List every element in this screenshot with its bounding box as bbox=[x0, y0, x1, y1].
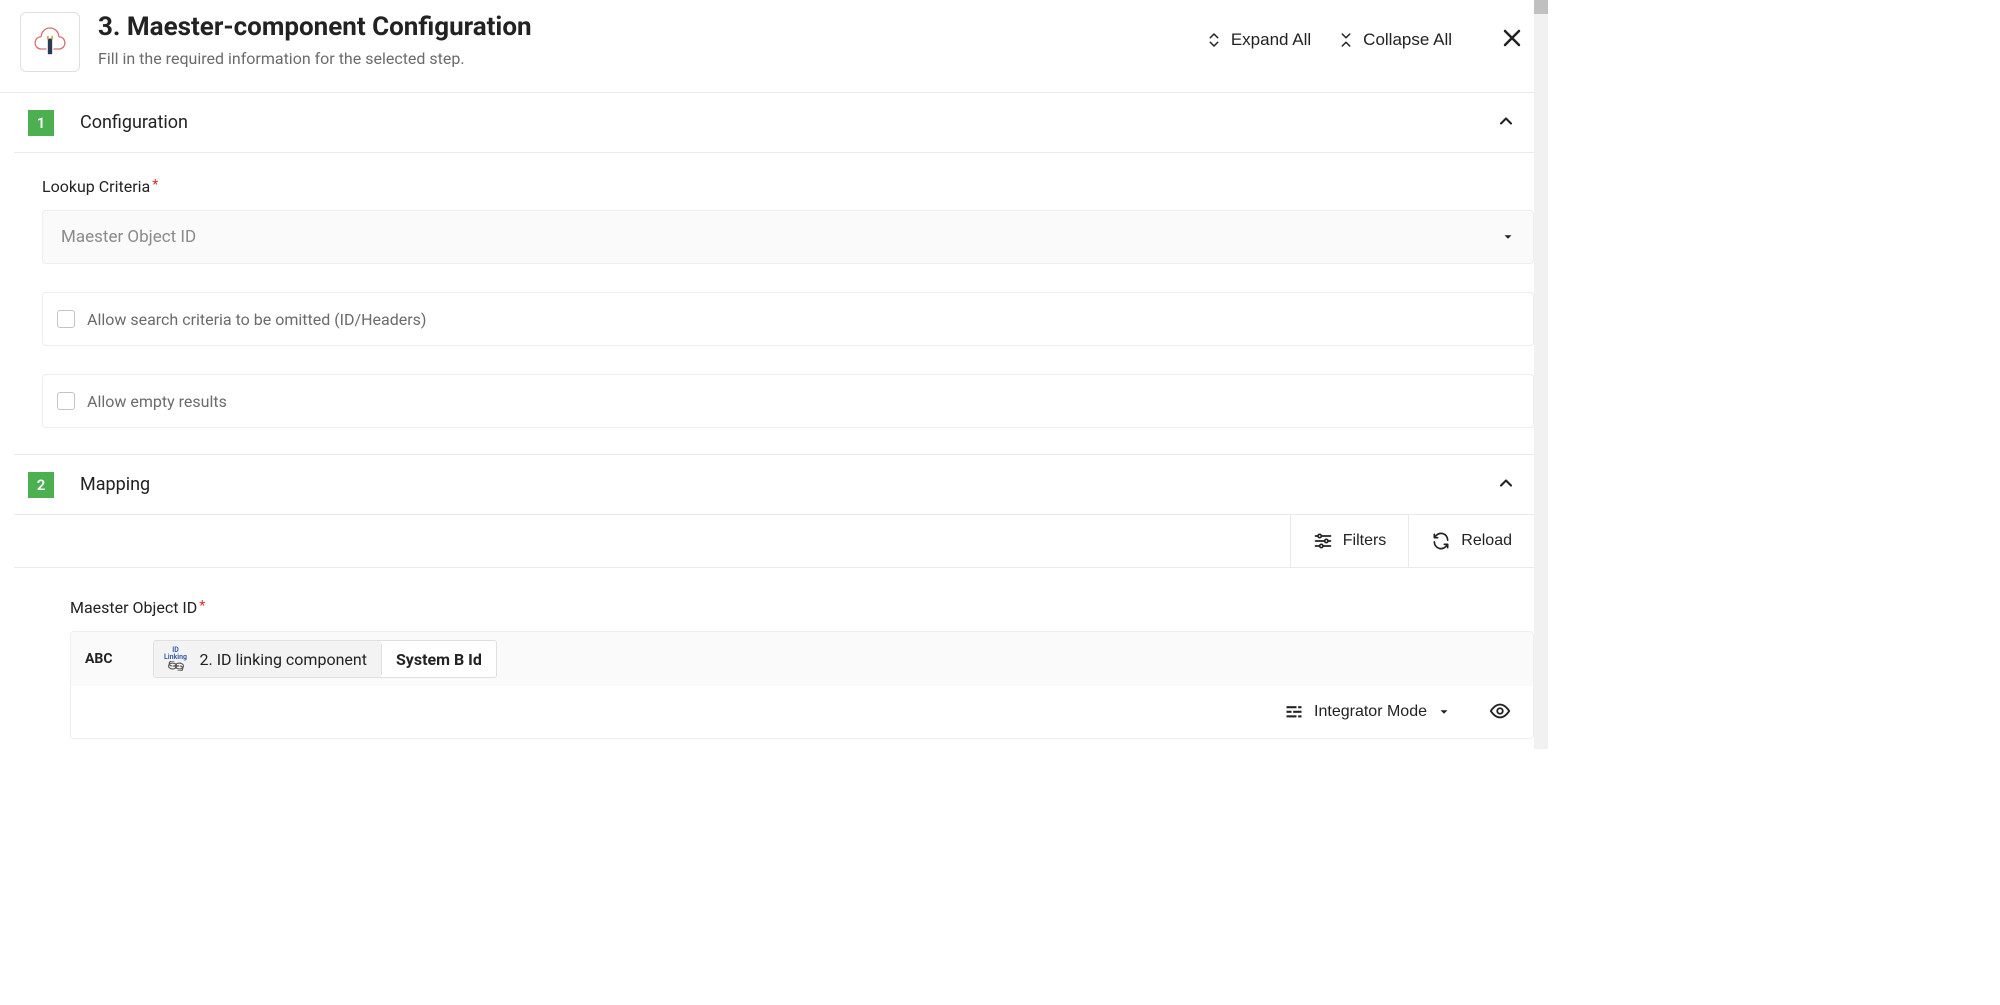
chip-source-label: 2. ID linking component bbox=[200, 650, 367, 669]
mapping-value-row[interactable]: ABC ID Linking 2. ID linking component S… bbox=[71, 632, 1533, 686]
page-title: 3. Maester-component Configuration bbox=[98, 12, 1195, 43]
section-title: Configuration bbox=[80, 112, 1492, 133]
mapping-field-box: ABC ID Linking 2. ID linking component S… bbox=[70, 631, 1534, 739]
section-number-badge: 2 bbox=[28, 472, 54, 498]
lookup-criteria-label: Lookup Criteria bbox=[42, 177, 150, 196]
allow-empty-results-row[interactable]: Allow empty results bbox=[42, 374, 1534, 428]
reload-icon bbox=[1431, 531, 1451, 551]
scrollbar-track[interactable] bbox=[1534, 0, 1548, 749]
id-linking-icon: ID Linking bbox=[160, 647, 192, 671]
expand-all-button[interactable]: Expand All bbox=[1195, 24, 1321, 56]
integrator-mode-button[interactable]: Integrator Mode bbox=[1284, 702, 1451, 722]
section-number-badge: 1 bbox=[28, 110, 54, 136]
collapse-icon bbox=[1337, 31, 1355, 49]
page-subtitle: Fill in the required information for the… bbox=[98, 49, 1195, 68]
filters-button[interactable]: Filters bbox=[1290, 515, 1409, 567]
preview-button[interactable] bbox=[1485, 696, 1515, 729]
section-mapping-body: Maester Object ID* ABC ID Linking 2. ID … bbox=[0, 568, 1548, 749]
scrollbar-thumb[interactable] bbox=[1534, 0, 1548, 14]
section-configuration-header[interactable]: 1 Configuration bbox=[14, 93, 1534, 153]
expand-icon bbox=[1205, 31, 1223, 49]
checkbox-label: Allow search criteria to be omitted (ID/… bbox=[87, 310, 427, 329]
mapping-chip-source: ID Linking 2. ID linking component bbox=[154, 641, 381, 677]
select-value: Maester Object ID bbox=[61, 227, 196, 247]
section-collapse-toggle[interactable] bbox=[1492, 107, 1520, 138]
checkbox-label: Allow empty results bbox=[87, 392, 227, 411]
filters-icon bbox=[1313, 531, 1333, 551]
caret-down-icon bbox=[1437, 705, 1451, 719]
component-logo bbox=[20, 12, 80, 72]
eye-icon bbox=[1489, 700, 1511, 722]
mapping-toolbar: Filters Reload bbox=[14, 514, 1534, 568]
chevron-up-icon bbox=[1496, 111, 1516, 131]
collapse-all-button[interactable]: Collapse All bbox=[1327, 24, 1462, 56]
section-collapse-toggle[interactable] bbox=[1492, 469, 1520, 500]
type-abc-badge: ABC bbox=[83, 649, 115, 669]
allow-empty-results-checkbox[interactable] bbox=[57, 392, 75, 410]
mode-icon bbox=[1284, 702, 1304, 722]
allow-omit-criteria-checkbox[interactable] bbox=[57, 310, 75, 328]
allow-omit-criteria-row[interactable]: Allow search criteria to be omitted (ID/… bbox=[42, 292, 1534, 346]
mapping-chip[interactable]: ID Linking 2. ID linking component Syste… bbox=[153, 640, 497, 678]
lookup-criteria-select[interactable]: Maester Object ID bbox=[42, 210, 1534, 264]
mapping-field-label: Maester Object ID bbox=[70, 598, 197, 617]
chevron-up-icon bbox=[1496, 473, 1516, 493]
chip-field-label: System B Id bbox=[381, 644, 496, 675]
required-asterisk: * bbox=[199, 598, 205, 614]
page-header: 3. Maester-component Configuration Fill … bbox=[0, 0, 1548, 93]
reload-button[interactable]: Reload bbox=[1408, 515, 1534, 567]
caret-down-icon bbox=[1501, 230, 1515, 244]
section-mapping-header[interactable]: 2 Mapping bbox=[14, 455, 1534, 514]
close-icon bbox=[1500, 26, 1524, 50]
section-configuration-body: Lookup Criteria* Maester Object ID Allow… bbox=[0, 153, 1548, 454]
required-asterisk: * bbox=[152, 177, 158, 193]
mapping-footer: Integrator Mode bbox=[71, 686, 1533, 738]
section-title: Mapping bbox=[80, 474, 1492, 495]
close-button[interactable] bbox=[1496, 22, 1528, 57]
